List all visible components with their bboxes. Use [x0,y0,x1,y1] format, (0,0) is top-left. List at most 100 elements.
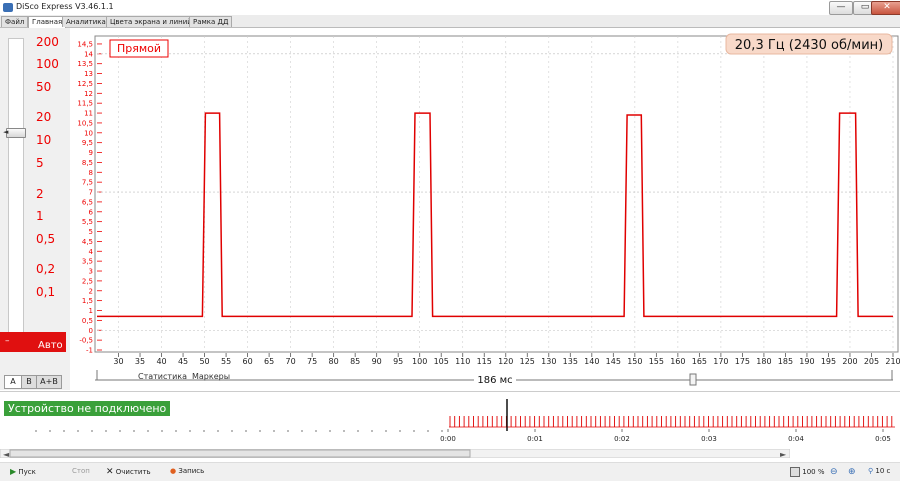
channel-tab-a[interactable]: A [4,375,22,389]
markers-tab[interactable]: Маркеры [192,372,230,381]
y-tick-label: 12,5 [77,80,93,88]
x-tick-label: 150 [627,357,642,366]
y-tick-label: 1,5 [82,297,93,305]
x-tick-label: 190 [799,357,814,366]
scale-label[interactable]: 0,5 [36,232,55,246]
scale-label[interactable]: 0,2 [36,262,55,276]
time-span-label: 186 мс [477,375,512,386]
stop-button[interactable]: Стоп [72,467,90,475]
x-tick-label: 170 [713,357,728,366]
scale-label[interactable]: 0,1 [36,285,55,299]
tab-file[interactable]: Файл [1,16,29,27]
tab-screen-colors[interactable]: Цвета экрана и линий [106,16,196,27]
y-tick-label: 10 [84,129,93,137]
scale-slider-thumb[interactable] [6,128,26,138]
divider [0,391,900,392]
scale-label[interactable]: 50 [36,80,51,94]
timeline-label: 0:01 [527,435,543,443]
y-tick-label: 6 [89,208,94,216]
y-tick-label: 2,5 [82,277,93,285]
y-tick-label: 8 [89,169,93,177]
y-tick-label: 5,5 [82,218,93,226]
timeline-label: 0:02 [614,435,630,443]
x-tick-label: 45 [178,357,188,366]
y-tick-label: 11 [84,110,93,118]
x-tick-label: 110 [455,357,470,366]
y-tick-label: 7 [89,189,93,197]
x-tick-label: 180 [756,357,771,366]
y-tick-label: 3 [89,268,93,276]
recording-timeline[interactable]: 0:00 0:01 0:02 0:03 0:04 0:05 [0,396,900,448]
x-tick-label: 140 [584,357,599,366]
x-tick-label: 90 [372,357,382,366]
scale-label[interactable]: 200 [36,35,59,49]
y-tick-label: 13,5 [77,60,93,68]
timeline-label: 0:00 [440,435,456,443]
y-tick-label: 0,5 [82,317,93,325]
y-tick-label: 1 [89,307,93,315]
x-tick-label: 30 [113,357,123,366]
x-tick-label: 35 [135,357,145,366]
title-bar [0,0,900,16]
x-tick-label: 85 [350,357,360,366]
tab-analytics[interactable]: Аналитика [62,16,110,27]
start-button[interactable]: ▶ Пуск [10,467,36,476]
clear-icon: ✕ [106,467,114,477]
x-tick-label: 40 [156,357,166,366]
y-tick-label: -1 [86,347,93,355]
y-tick-label: 4 [89,248,94,256]
y-tick-label: 7,5 [82,179,93,187]
channel-tab-ab[interactable]: A+B [36,375,62,389]
timeline-label: 0:03 [701,435,717,443]
x-tick-label: 155 [649,357,664,366]
x-tick-label: 105 [434,357,449,366]
x-tick-label: 135 [563,357,578,366]
horizontal-scrollbar[interactable]: ◄ ► [0,449,790,458]
svg-text:►: ► [780,450,787,458]
scale-label[interactable]: 100 [36,57,59,71]
record-button[interactable]: ● Запись [170,467,204,475]
slider-pointer-icon: ◄ [3,128,9,136]
scale-label[interactable]: 1 [36,209,44,223]
minimize-button[interactable]: — [829,1,853,15]
tab-frame-dd[interactable]: Рамка ДД [189,16,233,27]
scale-label[interactable]: 5 [36,156,44,170]
svg-text:◄: ◄ [3,450,10,458]
x-tick-label: 50 [199,357,209,366]
y-tick-label: 14 [84,50,93,58]
x-tick-label: 115 [477,357,492,366]
x-tick-label: 70 [286,357,296,366]
x-tick-label: 60 [243,357,253,366]
time-span-handle[interactable] [689,373,697,386]
x-tick-label: 75 [307,357,317,366]
x-tick-label: 160 [670,357,685,366]
scale-label[interactable]: 20 [36,110,51,124]
magnifier-icon: ⚲ [868,467,874,475]
scale-label[interactable]: 2 [36,187,44,201]
clear-button[interactable]: ✕ Очистить [106,467,151,477]
scale-label[interactable]: 10 [36,133,51,147]
mode-label: Прямой [117,42,161,55]
time-span-button[interactable]: ⚲ 10 с [868,467,890,475]
statistics-tab[interactable]: Статистика [138,372,187,381]
close-button[interactable]: ✕ [871,1,900,15]
y-tick-label: 9 [89,149,93,157]
timeline-label: 0:04 [788,435,804,443]
zoom-out-icon[interactable]: ⊖ [830,467,838,477]
tab-home[interactable]: Главная [28,16,67,28]
y-tick-label: -0,5 [79,337,93,345]
zoom-in-icon[interactable]: ⊕ [848,467,856,477]
x-tick-label: 120 [498,357,513,366]
channel-tab-b[interactable]: B [21,375,37,389]
x-tick-label: 95 [393,357,403,366]
x-tick-label: 80 [329,357,339,366]
y-tick-label: 14,5 [77,40,93,48]
zoom-readout[interactable]: 100 % [790,467,824,477]
scale-slider-track[interactable] [8,38,24,352]
scroll-thumb[interactable] [9,449,471,458]
y-tick-label: 11,5 [77,100,93,108]
auto-scale-label: Авто [38,340,63,351]
x-tick-label: 65 [264,357,274,366]
plot-frame [94,35,899,353]
x-tick-label: 175 [735,357,750,366]
